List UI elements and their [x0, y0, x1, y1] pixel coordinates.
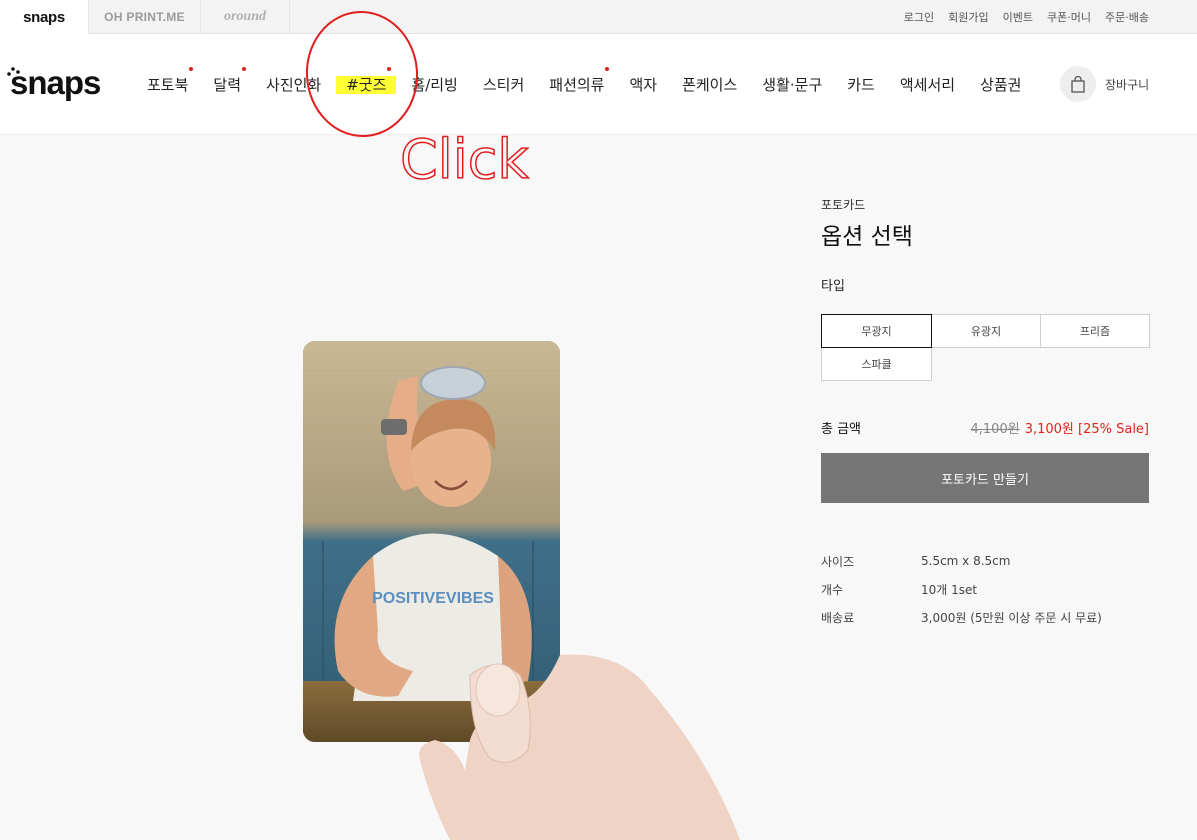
- nav-phonecase[interactable]: 폰케이스: [682, 74, 737, 95]
- option-prism[interactable]: 프리즘: [1040, 314, 1150, 348]
- new-dot-icon: [242, 66, 247, 71]
- nav-label: 사진인화: [266, 75, 322, 94]
- spec-key: 사이즈: [821, 554, 855, 569]
- brand-tab-snaps[interactable]: snaps: [0, 0, 89, 34]
- nav-photobook[interactable]: 포토북: [147, 66, 194, 95]
- main-header: snaps 포토북 달력 사진인화 #굿즈 홈/리빙 스티커 패션의류 액자 폰…: [0, 34, 1197, 135]
- brand-tab-ohprintme[interactable]: OH PRINT.ME: [89, 0, 201, 34]
- nav-card[interactable]: 카드: [847, 74, 875, 95]
- page-title: 옵션 선택: [821, 224, 913, 250]
- nav-label: 카드: [847, 75, 875, 94]
- spec-list: 사이즈 5.5cm x 8.5cm 개수 10개 1set 배송료 3,000원 (5…: [821, 547, 1149, 631]
- snaps-brand-label: snaps: [23, 8, 65, 26]
- logo-text: snaps: [10, 64, 101, 101]
- nav-calendar[interactable]: 달력: [213, 66, 247, 95]
- nav-sticker[interactable]: 스티커: [483, 74, 524, 95]
- original-price: 4,100원: [970, 422, 1020, 437]
- nav-frame[interactable]: 액자: [629, 74, 657, 95]
- nav-label: 스티커: [482, 75, 525, 94]
- shirt-print-text: POSITIVEVIBES: [372, 590, 494, 607]
- price-block: 4,100원 3,100원 [25% Sale]: [971, 418, 1150, 437]
- main-nav: 포토북 달력 사진인화 #굿즈 홈/리빙 스티커 패션의류 액자 폰케이스 생활…: [147, 66, 1046, 96]
- type-options: 무광지 유광지 프리즘 스파클: [821, 314, 1150, 381]
- option-glossy[interactable]: 유광지: [931, 314, 1041, 348]
- annotation-text: Click: [400, 128, 529, 191]
- order-delivery-link[interactable]: 주문·배송: [1105, 9, 1149, 25]
- option-sparkle[interactable]: 스파클: [821, 347, 932, 381]
- brand-bar: snaps OH PRINT.ME oround 로그인 회원가입 이벤트 쿠폰…: [0, 0, 1197, 34]
- nav-goods[interactable]: #굿즈: [336, 66, 397, 95]
- new-dot-icon: [605, 66, 610, 71]
- login-link[interactable]: 로그인: [904, 9, 934, 25]
- event-link[interactable]: 이벤트: [1003, 9, 1033, 25]
- cart-button[interactable]: 장바구니: [1060, 66, 1149, 102]
- make-photocard-button[interactable]: 포토카드 만들기: [821, 453, 1149, 503]
- new-dot-icon: [387, 66, 392, 71]
- nav-label: 상품권: [980, 75, 1022, 94]
- new-dot-icon: [189, 66, 194, 71]
- spec-key: 개수: [821, 582, 844, 597]
- spec-row: 사이즈 5.5cm x 8.5cm: [821, 547, 1149, 575]
- nav-label: 생활·문구: [762, 75, 823, 94]
- nav-label: 패션의류: [549, 75, 605, 94]
- total-label: 총 금액: [821, 422, 862, 437]
- nav-fashion[interactable]: 패션의류: [549, 66, 610, 95]
- nav-label: #굿즈: [336, 75, 397, 94]
- spec-key: 배송료: [821, 610, 855, 625]
- total-price-row: 총 금액 4,100원 3,100원 [25% Sale]: [821, 418, 1149, 437]
- nav-label: 액세서리: [899, 75, 956, 94]
- nav-accessory[interactable]: 액세서리: [900, 74, 955, 95]
- brand-tab-oround[interactable]: oround: [201, 0, 290, 34]
- coupon-money-link[interactable]: 쿠폰·머니: [1047, 9, 1091, 25]
- sale-price: 3,100원 [25% Sale]: [1024, 422, 1149, 437]
- spec-value: 3,000원 (5만원 이상 주문 시 무료): [921, 610, 1102, 625]
- option-panel: 포토카드 옵션 선택 타입 무광지 유광지 프리즘 스파클 총 금액 4,100…: [821, 196, 1150, 631]
- nav-label: 달력: [213, 75, 242, 94]
- snaps-logo[interactable]: snaps: [7, 64, 101, 102]
- spec-value: 5.5cm x 8.5cm: [921, 554, 1011, 568]
- nav-photo-print[interactable]: 사진인화: [266, 74, 321, 95]
- nav-label: 홈/리빙: [411, 75, 458, 94]
- logo-sparkle-icon: [7, 67, 20, 76]
- spec-row: 배송료 3,000원 (5만원 이상 주문 시 무료): [821, 603, 1149, 631]
- option-matte[interactable]: 무광지: [821, 314, 932, 348]
- nav-gift-card[interactable]: 상품권: [980, 74, 1021, 95]
- nav-label: 폰케이스: [682, 75, 738, 94]
- nav-life-stationery[interactable]: 생활·문구: [762, 74, 822, 95]
- spec-value: 10개 1set: [921, 582, 978, 597]
- nav-label: 액자: [629, 75, 658, 94]
- type-label: 타입: [821, 279, 845, 294]
- nav-home-living[interactable]: 홈/리빙: [411, 74, 457, 95]
- hand-image: [419, 654, 740, 840]
- product-category: 포토카드: [821, 198, 866, 212]
- shopping-bag-icon: [1060, 66, 1096, 102]
- nav-label: 포토북: [147, 75, 189, 94]
- cart-label: 장바구니: [1105, 77, 1150, 92]
- signup-link[interactable]: 회원가입: [948, 9, 988, 25]
- utility-links: 로그인 회원가입 이벤트 쿠폰·머니 주문·배송: [904, 0, 1149, 34]
- spec-row: 개수 10개 1set: [821, 575, 1149, 603]
